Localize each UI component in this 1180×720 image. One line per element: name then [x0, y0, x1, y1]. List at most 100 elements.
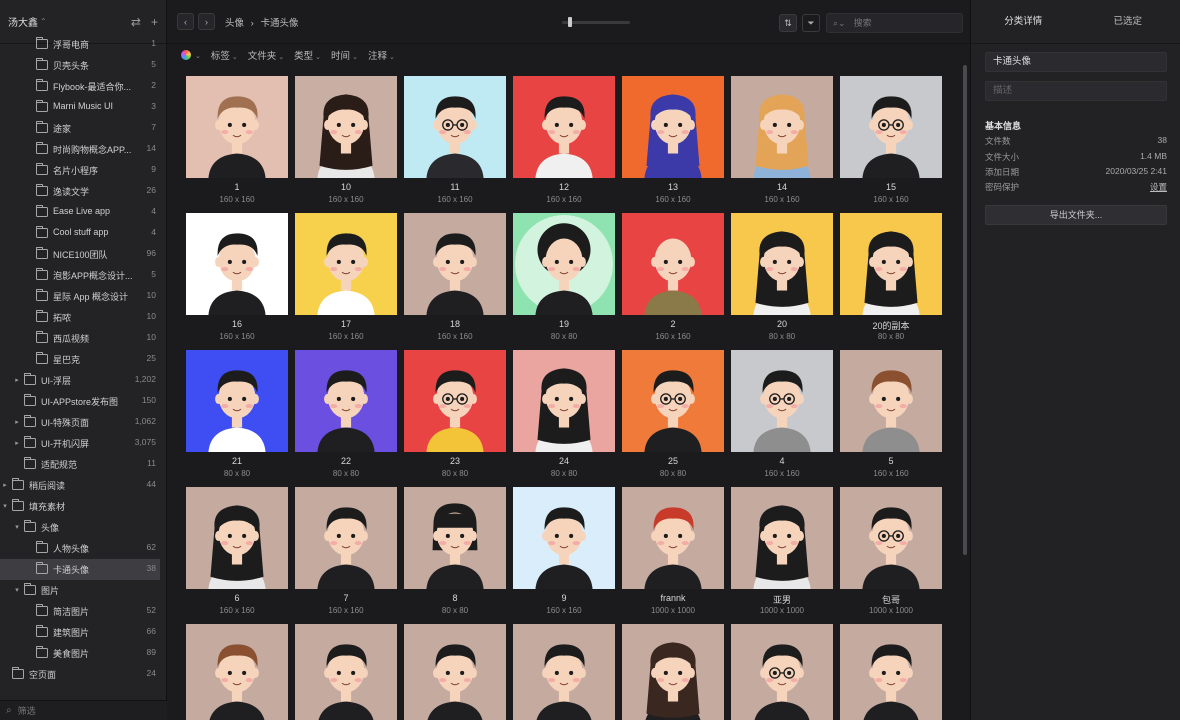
- sidebar-item[interactable]: Marni Music UI 3: [0, 97, 160, 118]
- avatar-thumbnail[interactable]: [731, 76, 833, 178]
- avatar-thumbnail[interactable]: [513, 624, 615, 720]
- avatar-thumbnail[interactable]: [404, 624, 506, 720]
- avatar-thumbnail[interactable]: [295, 76, 397, 178]
- scrollbar[interactable]: [963, 65, 967, 555]
- workspace-switch-icon[interactable]: ⌃: [40, 17, 47, 26]
- avatar-thumbnail[interactable]: [186, 350, 288, 452]
- avatar-thumbnail[interactable]: [513, 350, 615, 452]
- avatar-thumbnail[interactable]: [840, 624, 942, 720]
- sidebar-item[interactable]: 星巴克 25: [0, 349, 160, 370]
- avatar-thumbnail[interactable]: [731, 624, 833, 720]
- zoom-slider[interactable]: [562, 17, 630, 27]
- sidebar-item[interactable]: 建筑图片 66: [0, 622, 160, 643]
- sidebar-item[interactable]: Ease Live app 4: [0, 202, 160, 223]
- avatar-thumbnail[interactable]: [404, 350, 506, 452]
- sidebar-item[interactable]: ▸ UI-开机闪屏 3,075: [0, 433, 160, 454]
- avatar-thumbnail[interactable]: [731, 213, 833, 315]
- filter-type[interactable]: 类型 ⌄: [294, 48, 321, 62]
- sidebar-item[interactable]: 简洁图片 52: [0, 601, 160, 622]
- sidebar-item[interactable]: ▾ 填充素材: [0, 496, 160, 517]
- caret-right-icon[interactable]: ▸: [13, 439, 21, 447]
- breadcrumb-item[interactable]: 卡通头像: [260, 18, 298, 29]
- zoom-slider-knob[interactable]: [568, 17, 572, 27]
- sidebar-item[interactable]: 途家 7: [0, 118, 160, 139]
- sidebar-item[interactable]: 美食图片 89: [0, 643, 160, 664]
- sidebar-item[interactable]: 泡影APP概念设计... 5: [0, 265, 160, 286]
- sidebar-item[interactable]: 时尚购物概念APP... 14: [0, 139, 160, 160]
- sidebar-item[interactable]: 空页面 24: [0, 664, 160, 685]
- sidebar-item[interactable]: 适配规范 11: [0, 454, 160, 475]
- avatar-thumbnail[interactable]: [731, 350, 833, 452]
- sidebar-item[interactable]: ▸ 稍后阅读 44: [0, 475, 160, 496]
- filter-button[interactable]: ⏷: [802, 14, 820, 32]
- filter-folder[interactable]: 文件夹 ⌄: [248, 48, 284, 62]
- avatar-thumbnail[interactable]: [186, 624, 288, 720]
- avatar-thumbnail[interactable]: [513, 213, 615, 315]
- sidebar-item[interactable]: 拓哝 10: [0, 307, 160, 328]
- caret-down-icon[interactable]: ▾: [13, 586, 21, 594]
- avatar-thumbnail[interactable]: [404, 487, 506, 589]
- caret-right-icon[interactable]: ▸: [13, 376, 21, 384]
- sidebar-item[interactable]: Flybook-最适合你... 2: [0, 76, 160, 97]
- description-field[interactable]: 描述: [985, 81, 1167, 101]
- sidebar-item[interactable]: 贝壳头条 5: [0, 55, 160, 76]
- avatar-thumbnail[interactable]: [840, 487, 942, 589]
- filter-time[interactable]: 时间 ⌄: [331, 48, 358, 62]
- avatar-thumbnail[interactable]: [513, 76, 615, 178]
- avatar-thumbnail[interactable]: [731, 487, 833, 589]
- sidebar-item[interactable]: 人物头像 62: [0, 538, 160, 559]
- avatar-thumbnail[interactable]: [186, 213, 288, 315]
- sidebar-item[interactable]: 逸读文学 26: [0, 181, 160, 202]
- color-filter-icon[interactable]: [181, 50, 191, 60]
- swap-icon[interactable]: ⇄: [131, 15, 141, 29]
- caret-down-icon[interactable]: ▾: [13, 523, 21, 531]
- breadcrumb-item[interactable]: 头像: [225, 18, 244, 29]
- folder-name-field[interactable]: 卡通头像: [985, 52, 1167, 72]
- sidebar-item[interactable]: 浮哥电商 1: [0, 34, 160, 55]
- set-password-link[interactable]: 设置: [1150, 181, 1167, 193]
- caret-right-icon[interactable]: ▸: [1, 481, 9, 489]
- sidebar-item[interactable]: 星际 App 概念设计 10: [0, 286, 160, 307]
- sidebar-item[interactable]: Cool stuff app 4: [0, 223, 160, 244]
- avatar-thumbnail[interactable]: [840, 76, 942, 178]
- plus-icon[interactable]: +: [151, 15, 158, 29]
- avatar-thumbnail[interactable]: [295, 213, 397, 315]
- caret-right-icon[interactable]: ▸: [13, 418, 21, 426]
- sidebar-item[interactable]: ▾ 图片: [0, 580, 160, 601]
- workspace-name[interactable]: 汤大鑫: [8, 14, 38, 29]
- avatar-thumbnail[interactable]: [404, 76, 506, 178]
- sidebar-filter[interactable]: ⌕ 筛选: [0, 700, 167, 720]
- sidebar-item[interactable]: ▾ 头像: [0, 517, 160, 538]
- sort-button[interactable]: ⇅: [779, 14, 797, 32]
- export-folder-button[interactable]: 导出文件夹...: [985, 205, 1167, 225]
- back-button[interactable]: ‹: [177, 13, 194, 30]
- forward-button[interactable]: ›: [198, 13, 215, 30]
- search-box[interactable]: ⌕⌄: [826, 13, 963, 33]
- avatar-thumbnail[interactable]: [622, 624, 724, 720]
- sidebar-item[interactable]: NICE100团队 96: [0, 244, 160, 265]
- avatar-thumbnail[interactable]: [186, 76, 288, 178]
- sidebar-item[interactable]: 卡通头像 38: [0, 559, 160, 580]
- sidebar-item[interactable]: 西瓜视频 10: [0, 328, 160, 349]
- avatar-thumbnail[interactable]: [404, 213, 506, 315]
- filter-note[interactable]: 注释 ⌄: [368, 48, 395, 62]
- search-input[interactable]: [853, 18, 944, 28]
- avatar-thumbnail[interactable]: [186, 487, 288, 589]
- tab-selected[interactable]: 已选定: [1076, 0, 1180, 43]
- avatar-thumbnail[interactable]: [295, 350, 397, 452]
- avatar-thumbnail[interactable]: [840, 350, 942, 452]
- caret-down-icon[interactable]: ▾: [1, 502, 9, 510]
- avatar-thumbnail[interactable]: [513, 487, 615, 589]
- avatar-thumbnail[interactable]: [622, 487, 724, 589]
- filter-color-caret[interactable]: ⌄: [193, 50, 201, 61]
- avatar-thumbnail[interactable]: [622, 76, 724, 178]
- avatar-thumbnail[interactable]: [295, 624, 397, 720]
- filter-tag[interactable]: 标签 ⌄: [211, 48, 238, 62]
- sidebar-item[interactable]: ▸ UI-浮层 1,202: [0, 370, 160, 391]
- tab-category-details[interactable]: 分类详情: [971, 0, 1076, 43]
- sidebar-item[interactable]: UI-APPstore发布图 150: [0, 391, 160, 412]
- avatar-thumbnail[interactable]: [840, 213, 942, 315]
- avatar-thumbnail[interactable]: [295, 487, 397, 589]
- sidebar-item[interactable]: ▸ UI-特殊页面 1,062: [0, 412, 160, 433]
- avatar-thumbnail[interactable]: [622, 213, 724, 315]
